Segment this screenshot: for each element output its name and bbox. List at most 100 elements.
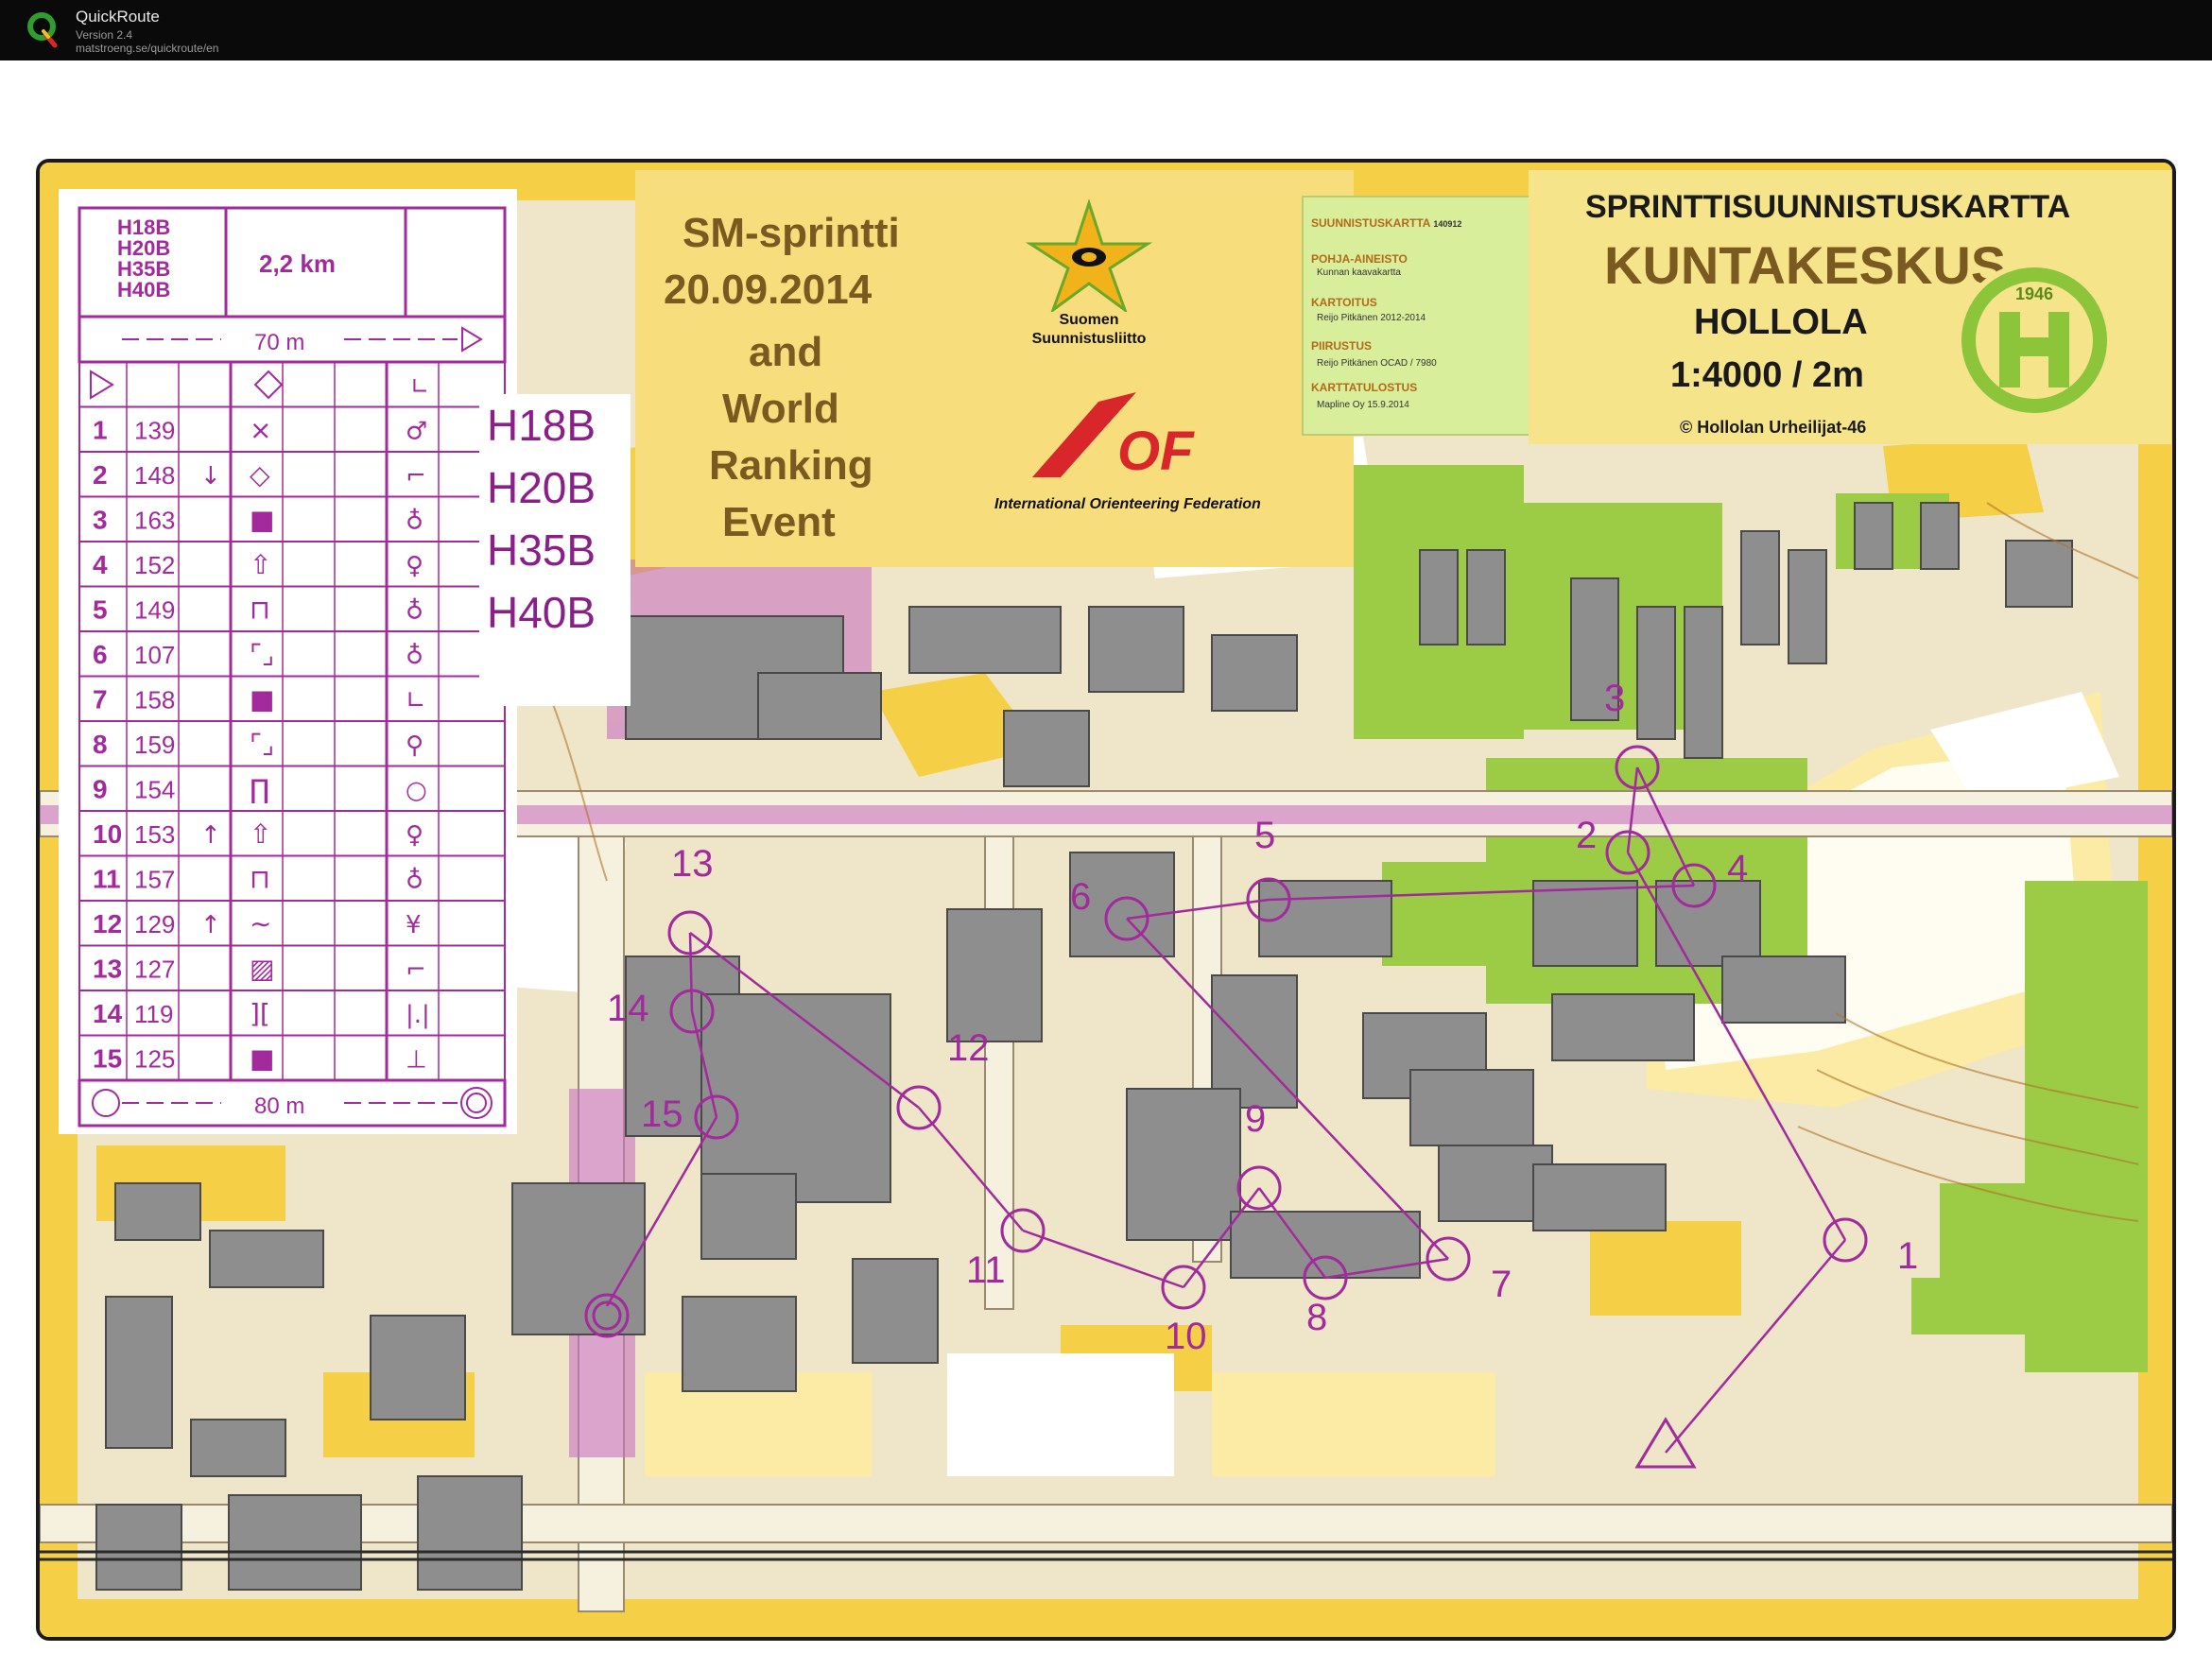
map-name: KUNTAKESKUS xyxy=(1604,235,2007,295)
course-leg xyxy=(1665,1239,1846,1454)
desc-course-length: 2,2 km xyxy=(259,250,336,278)
desc-feature-icon: ■ xyxy=(250,684,274,715)
desc-feature-icon: ∏ xyxy=(250,774,269,805)
course-leg xyxy=(688,932,694,1012)
course-class-2: H20B xyxy=(487,463,596,512)
finish-circle-icon xyxy=(592,1300,622,1331)
desc-location-icon: ⌐ xyxy=(406,956,426,985)
desc-control-number: 10 xyxy=(93,819,122,849)
iof-logo-icon: OF xyxy=(1032,392,1195,482)
info-value-3: Reijo Pitkänen 2012-2014 xyxy=(1317,313,1426,323)
club-emblem-icon: 1946 xyxy=(1956,262,2113,419)
desc-control-number: 7 xyxy=(93,685,108,714)
desc-location-icon: ○ xyxy=(406,777,427,805)
finish-circle-icon xyxy=(466,1093,487,1113)
control-number-label: 2 xyxy=(1576,815,1597,856)
desc-location-icon: ⌐ xyxy=(406,462,426,491)
desc-location-icon: ♁ xyxy=(406,508,423,536)
app-url[interactable]: matstroeng.se/quickroute/en xyxy=(76,42,218,55)
control-description-sheet: H18B H20B H35B H40B 2,2 km 70 m ∟ 1 139 × ♂ 2 148 ↓ ◇ ⌐… xyxy=(59,189,517,1134)
course-start-triangle-icon xyxy=(1634,1417,1697,1469)
course-leg xyxy=(1022,1229,1184,1289)
desc-feature-icon: ⌜⌟ xyxy=(250,639,274,670)
control-number-label: 3 xyxy=(1604,678,1625,719)
desc-location-icon: ∟ xyxy=(406,687,426,715)
desc-location-icon: ∟ xyxy=(410,373,429,400)
control-number-label: 15 xyxy=(641,1093,683,1135)
desc-control-code: 153 xyxy=(134,820,175,849)
quickroute-logo-icon xyxy=(27,12,58,48)
desc-location-icon: ¥ xyxy=(406,911,422,939)
desc-finish-taping: 80 m xyxy=(254,1093,304,1119)
map-scale: 1:4000 / 2m xyxy=(1670,355,1864,395)
control-number-label: 11 xyxy=(966,1249,1006,1291)
desc-control-number: 2 xyxy=(93,460,108,490)
desc-control-code: 119 xyxy=(134,1000,173,1028)
desc-control-number: 4 xyxy=(93,550,108,579)
control-number-label: 7 xyxy=(1491,1264,1512,1305)
iof-logo-text: OF xyxy=(1117,421,1195,482)
desc-feature-icon: ▨ xyxy=(250,954,274,985)
event-title-panel: SM-sprintti 20.09.2014 and World Ranking… xyxy=(635,170,1354,567)
desc-location-icon: ♁ xyxy=(406,867,423,895)
desc-location-icon: ♁ xyxy=(406,597,423,626)
control-number-label: 10 xyxy=(1165,1316,1207,1357)
course-leg xyxy=(918,1107,1024,1231)
map-header: SPRINTTISUUNNISTUSKARTTA KUNTAKESKUS HOL… xyxy=(1529,170,2171,444)
ssl-name-2: Suunnistusliitto xyxy=(1031,331,1147,347)
desc-control-code: 125 xyxy=(134,1045,175,1074)
desc-direction-icon: ↑ xyxy=(200,821,221,850)
desc-feature-icon: ⊓ xyxy=(250,864,270,895)
control-number-label: 6 xyxy=(1070,876,1091,918)
course-leg xyxy=(1626,852,1847,1241)
desc-control-code: 163 xyxy=(134,507,175,535)
map-info-box: SUUNNISTUSKARTTA 140912 POHJA-AINEISTO K… xyxy=(1302,196,1532,436)
course-class-3: H35B xyxy=(487,525,596,575)
desc-feature-icon: ⇧ xyxy=(250,818,271,850)
course-classes-label: H18B H20B H35B H40B xyxy=(479,394,631,706)
control-number-label: 9 xyxy=(1245,1098,1266,1140)
desc-feature-icon: ■ xyxy=(250,1043,274,1075)
desc-control-number: 9 xyxy=(93,775,108,804)
description-grid: H18BH20BH35BH40B2,2 km70 m∟1 139 × ♂2 148 ↓ ◇ ⌐… xyxy=(78,206,507,1128)
desc-control-code: 152 xyxy=(134,551,175,579)
desc-location-icon: ♁ xyxy=(406,642,423,670)
desc-control-number: 11 xyxy=(93,865,121,894)
desc-feature-icon: ■ xyxy=(250,505,274,536)
desc-control-number: 8 xyxy=(93,730,108,759)
app-version: Version 2.4 xyxy=(76,28,133,42)
desc-control-code: 154 xyxy=(134,776,175,804)
desc-control-code: 158 xyxy=(134,686,175,714)
control-number-label: 13 xyxy=(671,843,714,885)
course-leg xyxy=(605,1116,718,1307)
course-leg xyxy=(689,932,920,1109)
ssl-name-1: Suomen xyxy=(1059,312,1119,328)
orienteering-map[interactable]: 1 2 3 4 5 6 7 8 9 10 11 12 13 14 15 H18B H20B H35B H40B 2,… xyxy=(36,159,2176,1641)
app-titlebar: QuickRoute Version 2.4 matstroeng.se/qui… xyxy=(0,0,2212,60)
desc-control-code: 129 xyxy=(134,910,175,938)
event-title-line1: SM-sprintti xyxy=(683,210,900,256)
course-leg xyxy=(1268,884,1695,902)
info-value-2: Kunnan kaavakartta xyxy=(1317,267,1401,278)
desc-control-number: 14 xyxy=(93,999,123,1028)
event-title-line3: and xyxy=(749,329,823,375)
finish-circle-icon xyxy=(92,1089,120,1117)
course-class-1: H18B xyxy=(487,401,596,450)
event-date: 20.09.2014 xyxy=(664,267,873,313)
desc-feature-icon: ⊓ xyxy=(250,594,270,626)
start-triangle-icon xyxy=(90,370,114,400)
info-heading-4: PIIRUSTUS xyxy=(1311,339,1373,353)
desc-feature-icon xyxy=(253,370,284,400)
desc-control-number: 15 xyxy=(93,1044,122,1074)
desc-row-box xyxy=(78,361,506,408)
info-heading-3: KARTOITUS xyxy=(1311,296,1377,309)
desc-location-icon: ♂ xyxy=(406,418,427,446)
map-place: HOLLOLA xyxy=(1694,302,1868,342)
desc-feature-icon: ⌜⌟ xyxy=(250,729,274,760)
desc-start-taping: 70 m xyxy=(254,330,304,355)
event-title-line4: World xyxy=(722,386,839,432)
control-number-label: 1 xyxy=(1897,1235,1918,1277)
desc-control-number: 1 xyxy=(93,416,108,445)
desc-feature-icon: ][ xyxy=(250,998,270,1029)
desc-arrow-icon xyxy=(461,326,483,353)
